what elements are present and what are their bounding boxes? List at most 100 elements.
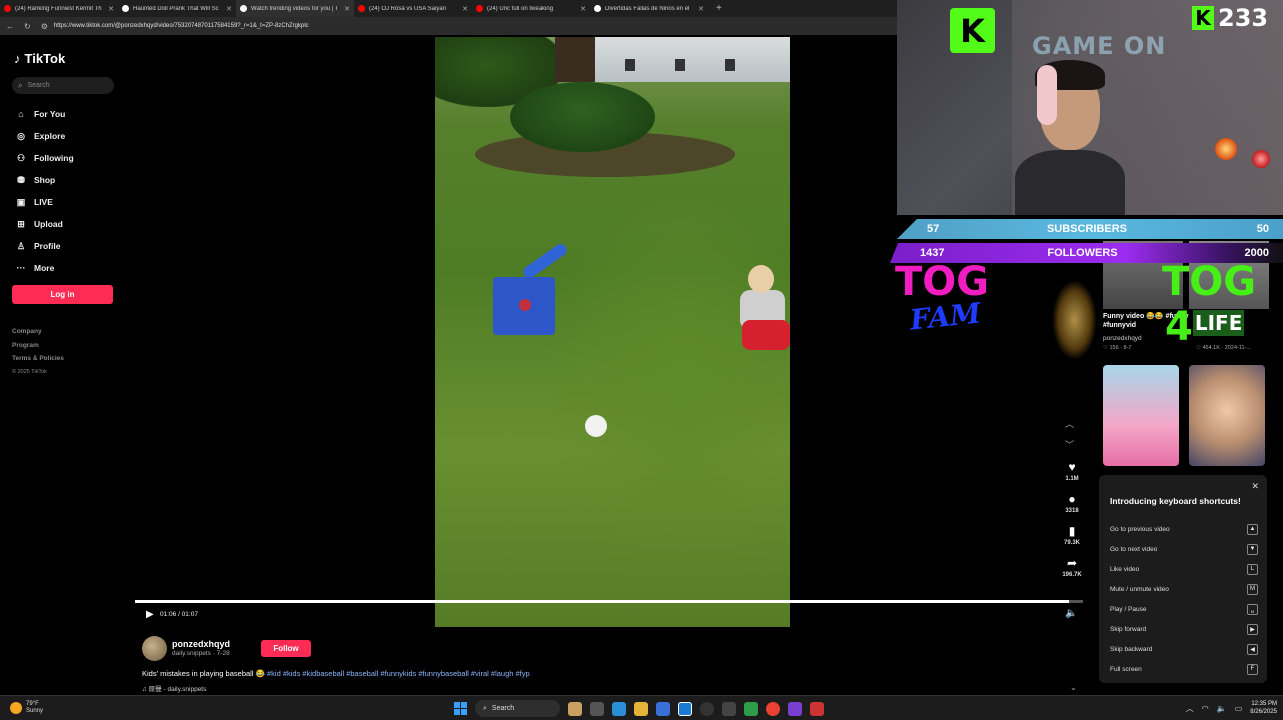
progress-bar[interactable] — [135, 600, 1083, 603]
scroll-down-icon[interactable]: ⌄ — [1070, 683, 1077, 692]
rec-thumbnail-laughing-baby[interactable] — [1189, 365, 1265, 466]
shortcut-key: M — [1247, 583, 1258, 595]
tab-close-icon[interactable]: ✕ — [226, 5, 232, 13]
footer-terms[interactable]: Terms & Policies — [12, 352, 64, 366]
tiktok-note-icon: ♪ — [14, 51, 21, 66]
browser-tab[interactable]: (24) Unc full on tweaking ✕ — [472, 0, 590, 17]
chrome-icon[interactable] — [766, 701, 780, 716]
address-bar: ← ↻ ⚙ https://www.tiktok.com/@ponzedxhqy… — [0, 17, 897, 35]
app-icon[interactable] — [700, 701, 714, 716]
log-in-button[interactable]: Log in — [12, 285, 113, 304]
footer-company[interactable]: Company — [12, 325, 64, 339]
sidebar-item-shop[interactable]: ⛃ Shop — [14, 169, 74, 191]
rec-thumbnail-baby-chipmunk[interactable] — [1103, 365, 1179, 466]
close-icon[interactable]: ✕ — [1251, 481, 1259, 492]
shortcut-key: ◀ — [1247, 643, 1258, 655]
tab-close-icon[interactable]: ✕ — [580, 5, 586, 13]
clock[interactable]: 12:35 PM 8/26/2025 — [1250, 700, 1277, 716]
task-view-icon[interactable] — [590, 701, 604, 716]
comment-icon: ● — [1068, 492, 1076, 506]
author-avatar[interactable] — [142, 636, 167, 661]
taskbar-search[interactable]: ⌕ Search — [475, 700, 560, 717]
subs-current: 57 — [927, 223, 940, 235]
browser-tab[interactable]: Divertidas Fallas de Niños en el ✕ — [590, 0, 708, 17]
app-icon[interactable] — [788, 701, 802, 716]
author-name[interactable]: ponzedxhqyd — [172, 639, 230, 649]
tiktok-logo[interactable]: ♪ TikTok — [14, 51, 65, 66]
more-icon: ··· — [16, 263, 26, 273]
back-icon[interactable]: ← — [6, 22, 14, 31]
weather-widget[interactable]: 79°F Sunny — [10, 701, 43, 715]
share-action[interactable]: ➦ 196.7K — [1057, 556, 1087, 578]
like-count: 1.1M — [1065, 476, 1079, 482]
wifi-icon[interactable]: ◠ — [1202, 704, 1209, 713]
site-info-icon[interactable]: ⚙ — [41, 22, 48, 31]
video-baseball — [585, 415, 607, 437]
life-text: LIFE — [1192, 310, 1245, 336]
game-on-sign: GAME ON — [1032, 32, 1167, 60]
windows-start-icon[interactable] — [454, 702, 467, 715]
comment-count: 3318 — [1065, 508, 1079, 514]
battery-icon[interactable]: ▭ — [1235, 704, 1243, 713]
sidebar-item-explore[interactable]: ◎ Explore — [14, 125, 74, 147]
footer-program[interactable]: Program — [12, 339, 64, 353]
volume-icon[interactable]: 🔈 — [1065, 608, 1077, 619]
followers-label: FOLLOWERS — [1047, 247, 1118, 259]
new-tab-button[interactable]: + — [716, 3, 722, 14]
comment-action[interactable]: ● 3318 — [1057, 492, 1087, 514]
keyboard-shortcuts-panel: ✕ Introducing keyboard shortcuts! Go to … — [1099, 475, 1267, 683]
tab-close-icon[interactable]: ✕ — [344, 5, 350, 13]
shortcut-row: Skip forward ▶ — [1110, 619, 1258, 639]
browser-tab[interactable]: (24) OJ Rosá vs USA Saiyan ✕ — [354, 0, 472, 17]
reload-icon[interactable]: ↻ — [24, 22, 31, 31]
tab-close-icon[interactable]: ✕ — [108, 5, 114, 13]
rec-user[interactable]: ponzedxhqyd — [1103, 335, 1142, 342]
sidebar-item-following[interactable]: ⚇ Following — [14, 147, 74, 169]
search-input[interactable]: ⌕ Search — [12, 77, 114, 94]
edge-icon[interactable] — [612, 701, 626, 716]
video-frame[interactable] — [435, 37, 790, 627]
tab-close-icon[interactable]: ✕ — [462, 5, 468, 13]
shortcut-label: Full screen — [1110, 665, 1142, 673]
sidebar-item-for-you[interactable]: ⌂ For You — [14, 103, 74, 125]
video-controls: ▶ 01:06 / 01:07 🔈 — [135, 598, 1083, 628]
browser-tab[interactable]: Haunted Doll Prank That Will Sc ✕ — [118, 0, 236, 17]
file-explorer-icon[interactable] — [634, 701, 648, 716]
url-text[interactable]: https://www.tiktok.com/@ponzedxhqyd/vide… — [54, 23, 309, 29]
music-info[interactable]: ♫ 原聲 - daily.snippets — [142, 683, 206, 693]
emblem-icon — [1052, 280, 1097, 360]
tab-title: Haunted Doll Prank That Will Sc — [133, 5, 219, 12]
play-icon[interactable]: ▶ — [146, 609, 154, 620]
tray-chevron-icon[interactable]: ︿ — [1186, 703, 1194, 714]
caption-hashtags[interactable]: #kid #kids #kidbaseball #baseball #funny… — [267, 669, 530, 678]
xbox-icon[interactable] — [744, 701, 758, 716]
sidebar-item-profile[interactable]: ♙ Profile — [14, 235, 74, 257]
house-window — [675, 59, 685, 71]
previous-video-icon[interactable]: ︿ — [1065, 417, 1074, 430]
shortcut-key: F — [1247, 663, 1258, 675]
video-bush — [510, 82, 655, 152]
subs-label: SUBSCRIBERS — [1046, 223, 1128, 235]
shortcut-key: ▼ — [1247, 543, 1258, 555]
subscriber-goal-bar: SUBSCRIBERS 57 50 — [897, 219, 1283, 239]
settings-icon[interactable] — [722, 701, 736, 716]
browser-tab[interactable]: Watch trending videos for you | T ✕ — [236, 0, 354, 17]
sidebar-item-upload[interactable]: ⊞ Upload — [14, 213, 74, 235]
tab-close-icon[interactable]: ✕ — [698, 5, 704, 13]
app-icon[interactable] — [568, 701, 582, 716]
follow-button[interactable]: Follow — [261, 640, 311, 657]
viewer-count: K 233 — [1192, 4, 1268, 32]
save-action[interactable]: ▮ 79.3K — [1057, 524, 1087, 546]
store-icon[interactable] — [656, 701, 670, 716]
app-icon[interactable] — [810, 701, 824, 716]
like-action[interactable]: ♥ 1.1M — [1057, 460, 1087, 482]
browser-tab[interactable]: (24) Ranking Funniest Kermit Th ✕ — [0, 0, 118, 17]
browser-icon[interactable] — [678, 701, 692, 716]
tab-favicon-icon — [122, 5, 129, 12]
search-icon: ⌕ — [483, 704, 487, 712]
logo-text: TikTok — [24, 51, 66, 66]
volume-icon[interactable]: 🔈 — [1217, 704, 1227, 713]
sidebar-item-live[interactable]: ▣ LIVE — [14, 191, 74, 213]
sidebar-item-more[interactable]: ··· More — [14, 257, 74, 279]
next-video-icon[interactable]: ﹀ — [1065, 438, 1074, 451]
